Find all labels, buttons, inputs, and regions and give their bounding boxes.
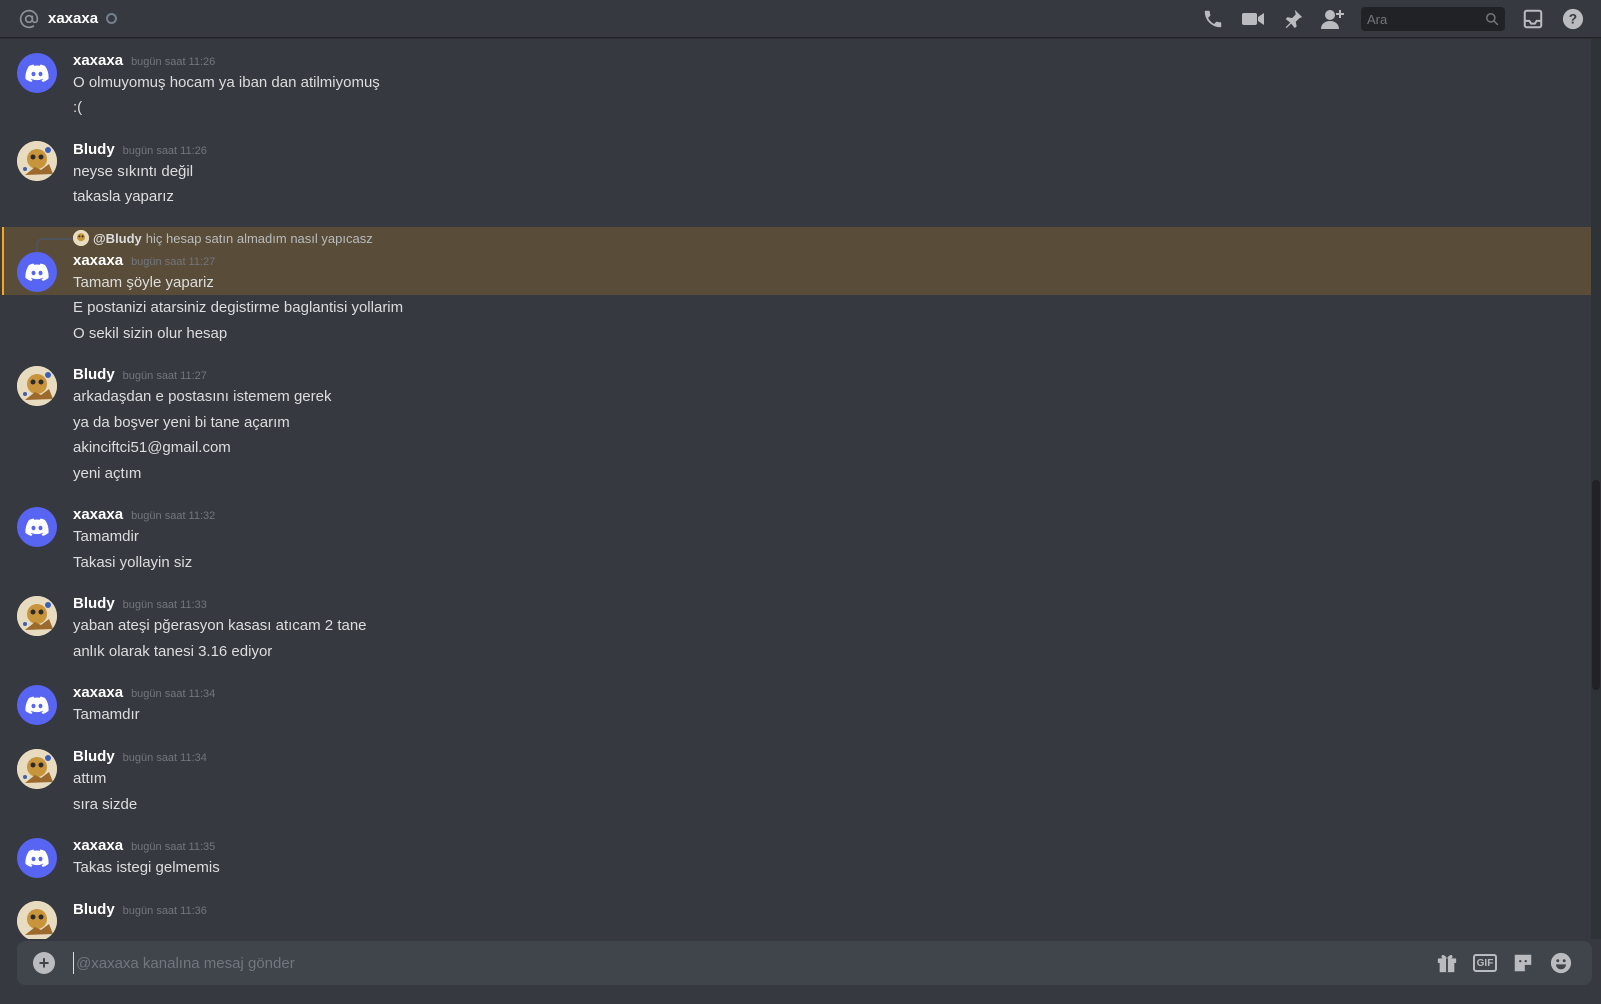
message-timestamp: bugün saat 11:36 [122, 905, 207, 917]
message-text: Tamamdir [73, 528, 139, 545]
pin-icon[interactable] [1281, 7, 1305, 31]
reply-preview[interactable]: @Bludy hiç hesap satın almadım nasıl yap… [73, 230, 373, 246]
inbox-icon[interactable] [1521, 7, 1545, 31]
message-author[interactable]: Bludy bugün saat 11:27 [73, 366, 207, 383]
dm-name: xaxaxa [48, 10, 99, 27]
emoji-icon[interactable] [1549, 951, 1573, 975]
composer-actions: GIF [1428, 951, 1580, 975]
avatar[interactable] [17, 141, 57, 181]
reply-text: hiç hesap satın almadım nasıl yapıcasz [145, 230, 373, 246]
help-icon[interactable]: ? [1561, 7, 1585, 31]
message-author[interactable]: Bludy bugün saat 11:33 [73, 595, 207, 612]
message-text: anlık olarak tanesi 3.16 ediyor [73, 643, 273, 660]
gift-icon[interactable] [1435, 951, 1459, 975]
avatar[interactable] [17, 901, 57, 939]
gif-label: GIF [1473, 954, 1497, 972]
avatar[interactable] [17, 749, 57, 789]
message-timestamp: bugün saat 11:27 [122, 370, 207, 382]
status-indicator [106, 13, 118, 24]
search-icon [1485, 12, 1499, 26]
message-text: Takasi yollayin siz [73, 554, 193, 571]
message-timestamp: bugün saat 11:34 [122, 752, 207, 764]
message-text: ya da boşver yeni bi tane açarım [73, 414, 290, 431]
message-author[interactable]: xaxaxa bugün saat 11:26 [73, 52, 215, 69]
message-timestamp: bugün saat 11:34 [131, 688, 216, 700]
video-call-icon[interactable] [1241, 7, 1265, 31]
message-author[interactable]: Bludy bugün saat 11:36 [73, 901, 207, 918]
header-toolbar: Ara ? [1193, 0, 1593, 38]
message-text[interactable]: akinciftci51@gmail.com [73, 439, 231, 456]
add-attachment-icon[interactable]: + [33, 952, 55, 974]
avatar[interactable] [17, 53, 57, 93]
message-timestamp: bugün saat 11:26 [122, 145, 207, 157]
message-text: neyse sıkıntı değil [73, 163, 194, 180]
add-friend-icon[interactable] [1321, 7, 1345, 31]
message-author[interactable]: Bludy bugün saat 11:34 [73, 748, 207, 765]
message-text: O olmuyomuş hocam ya iban dan atilmiyomu… [73, 74, 380, 91]
message-text: :( [73, 99, 83, 116]
reply-spine [36, 238, 72, 252]
gif-icon[interactable]: GIF [1473, 951, 1497, 975]
avatar[interactable] [17, 685, 57, 725]
message-timestamp: bugün saat 11:27 [131, 256, 216, 268]
message-text: sıra sizde [73, 796, 138, 813]
phone-call-icon[interactable] [1201, 7, 1225, 31]
message-timestamp: bugün saat 11:33 [122, 599, 207, 611]
message-text: E postanizi atarsiniz degistirme baglant… [73, 299, 404, 316]
at-icon [18, 8, 40, 30]
reply-mention[interactable]: @Bludy [93, 231, 142, 246]
message-text: O sekil sizin olur hesap [73, 325, 228, 342]
message-text: Tamamdır [73, 706, 140, 723]
search-box[interactable]: Ara [1361, 7, 1505, 31]
avatar[interactable] [17, 596, 57, 636]
message-text: Tamam şöyle yapariz [73, 274, 214, 291]
scrollbar-thumb[interactable] [1592, 480, 1600, 690]
channel-header: xaxaxa Ara ? [0, 0, 1601, 38]
avatar[interactable] [17, 838, 57, 878]
message-input[interactable] [73, 952, 1428, 974]
message-author[interactable]: Bludy bugün saat 11:26 [73, 141, 207, 158]
message-author[interactable]: xaxaxa bugün saat 11:34 [73, 684, 215, 701]
message-author[interactable]: xaxaxa bugün saat 11:35 [73, 837, 215, 854]
message-timestamp: bugün saat 11:32 [131, 510, 216, 522]
message-timestamp: bugün saat 11:35 [131, 841, 216, 853]
svg-text:?: ? [1569, 12, 1577, 27]
message-author[interactable]: xaxaxa bugün saat 11:27 [73, 252, 215, 269]
message-composer: + GIF [17, 941, 1592, 985]
message-list: xaxaxa bugün saat 11:26 O olmuyomuş hocam… [0, 39, 1591, 939]
avatar[interactable] [17, 252, 57, 292]
avatar[interactable] [17, 507, 57, 547]
reply-avatar [73, 230, 89, 246]
message-text: attım [73, 770, 107, 787]
message-text: yaban ateşi pğerasyon kasası atıcam 2 ta… [73, 617, 367, 634]
message-text: Takas istegi gelmemis [73, 859, 220, 876]
search-placeholder: Ara [1367, 11, 1388, 27]
avatar[interactable] [17, 366, 57, 406]
message-timestamp: bugün saat 11:26 [131, 56, 216, 68]
message-text: yeni açtım [73, 465, 142, 482]
message-author[interactable]: xaxaxa bugün saat 11:32 [73, 506, 215, 523]
sticker-icon[interactable] [1511, 951, 1535, 975]
message-text: takasla yaparız [73, 188, 174, 205]
message-text: arkadaşdan e postasını istemem gerek [73, 388, 332, 405]
